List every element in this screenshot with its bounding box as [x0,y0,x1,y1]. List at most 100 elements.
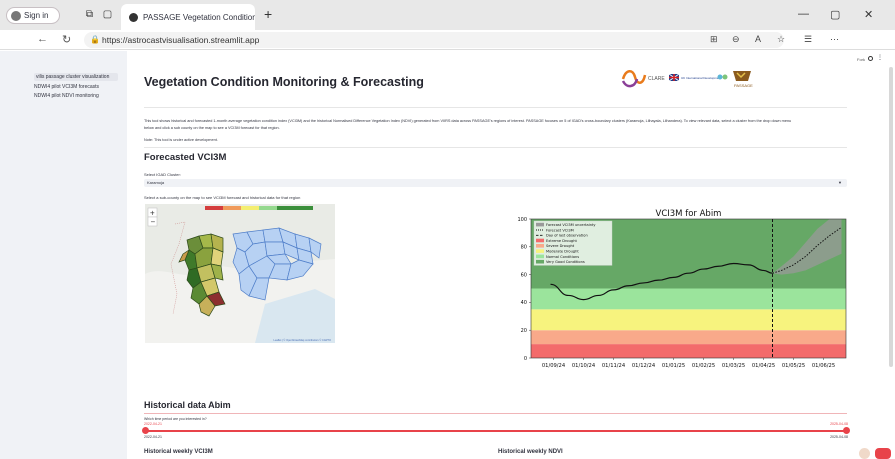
browser-window: Sign in ⧉ ▢ PASSAGE Vegetation Condition… [0,0,895,459]
legend-label-0: Forecast VCI3M uncertainty [546,223,596,227]
y-tick-label-0: 0 [524,356,527,362]
intro-text: below and click a sub county on the map … [144,126,280,130]
sidebar-item-label: vilis passage cluster visualization [36,74,110,80]
sign-in-button[interactable]: Sign in [6,7,60,24]
x-tick-label-8: 01/05/25 [782,363,805,369]
page-title: Vegetation Condition Monitoring & Foreca… [144,75,424,89]
sidebar-item-label: NDWI4 pilot VCI3M forecasts [34,84,100,90]
url-field[interactable]: 🔒 https://astrocastvisualisation.streamli… [84,32,784,48]
streamlit-badge-button[interactable] [875,448,891,459]
y-tick-label-5: 100 [517,217,527,223]
sidebar: vilis passage cluster visualization NDWI… [0,51,127,459]
legend-swatch-7 [536,259,544,264]
date-range-slider[interactable] [144,430,847,432]
legend-label-7: Very Good Conditions [546,260,585,264]
svg-text:CLARE: CLARE [648,76,665,82]
sidebar-item-ndvi-monitoring[interactable]: NDWI4 pilot NDVI monitoring [34,93,99,99]
sidebar-item-label: NDWI4 pilot NDVI monitoring [34,93,99,99]
new-tab-button[interactable]: + [264,7,272,21]
map-attribution: Leaflet | © OpenStreetMap contributors ©… [274,338,331,342]
maximize-icon[interactable]: ▢ [830,8,840,21]
app-icon[interactable]: ⊞ [710,34,718,45]
streamlit-status-icon[interactable] [859,448,870,459]
forecast-heading: Forecasted VCI3M [144,152,227,163]
divider [144,107,847,108]
partner-logos: CLARE UK International Development PASSA… [621,70,753,88]
sidebar-item-vci3m-forecasts[interactable]: NDWI4 pilot VCI3M forecasts [34,84,99,90]
historical-ndvi-title: Historical weekly NDVI [498,449,563,455]
workspaces-icon[interactable]: ⧉ [84,9,95,20]
intro-text: This tool shows historical and forecaste… [144,119,792,123]
divider [144,147,847,148]
browser-tab[interactable]: PASSAGE Vegetation Condition D✕ [121,4,255,30]
favorites-bar-icon[interactable]: ☰ [804,34,812,45]
y-tick-label-4: 80 [521,245,527,251]
band-1 [531,330,846,345]
read-aloud-icon[interactable]: A [755,34,761,44]
x-tick-label-3: 01/12/24 [632,363,656,369]
x-tick-label-9: 01/06/25 [812,363,835,369]
subcounty-map[interactable]: + − Leaflet | © OpenStreetMap contributo… [145,204,335,343]
chart-title: VCI3M for Abim [656,209,722,219]
slider-min: 2022-04-21 [144,435,162,439]
tab-actions-icon[interactable]: ▢ [102,9,113,20]
slider-end-handle[interactable] [843,427,850,434]
cluster-select-label: Select IGAD Cluster: [144,172,181,177]
chart-legend: Forecast VCI3M uncertaintyForecast VCI3M… [533,220,613,266]
menu-icon[interactable]: ⋮ [877,54,883,61]
close-window-icon[interactable]: ✕ [864,8,873,21]
map-legend-bar [205,206,313,210]
cluster-select-value: Karamoja [147,180,165,185]
divider [144,413,847,414]
chevron-down-icon: ▼ [838,180,842,185]
vci3m-forecast-chart: VCI3M for Abim 0 20 40 60 80 100 01/09/24 01/10/… [517,209,847,369]
tab-favicon-icon [129,12,138,22]
zoom-icon[interactable]: ⊖ [732,34,740,45]
minimize-icon[interactable]: — [798,8,809,20]
scrollbar[interactable] [889,67,893,367]
legend-label-3: Extreme Drought [546,239,577,243]
legend-swatch-3 [536,238,544,243]
profile-icon [11,10,21,21]
slider-from-value: 2022-04-21 [144,422,162,426]
main-content: Fork ⋮ Vegetation Condition Monitoring &… [127,51,895,459]
slider-max: 2025-04-08 [830,435,848,439]
x-tick-label-4: 01/01/25 [662,363,685,369]
y-tick-label-2: 40 [521,300,527,306]
x-tick-label-2: 01/11/24 [602,363,626,369]
x-tick-label-1: 01/10/24 [572,363,596,369]
legend-swatch-0 [536,222,544,227]
cluster-select[interactable]: Karamoja ▼ [144,179,847,187]
map-instruction: Select a sub-county on the map to see VC… [144,195,301,200]
favorite-icon[interactable]: ☆ [777,34,785,45]
slider-label: Which time period are you interested in? [144,417,207,421]
svg-text:PASSAGE: PASSAGE [734,83,753,88]
band-0 [531,344,846,358]
url-text: https://astrocastvisualisation.streamlit… [102,35,260,45]
legend-swatch-4 [536,244,544,248]
legend-label-4: Severe Drought [546,244,575,248]
y-tick-label-3: 60 [521,272,527,278]
note-text: Note: This tool is under active developm… [144,138,218,142]
back-icon[interactable]: ← [37,33,48,45]
legend-label-2: Day of last observation [546,234,588,238]
sidebar-item-cluster-visualization[interactable]: vilis passage cluster visualization [34,73,118,81]
sign-in-label: Sign in [24,11,49,20]
clare-logo: CLARE [621,70,665,88]
more-icon[interactable]: ⋯ [830,34,839,45]
historical-vci-title: Historical weekly VCI3M [144,449,213,455]
refresh-icon[interactable]: ↻ [62,33,71,46]
legend-swatch-5 [536,249,544,253]
zoom-controls[interactable]: + − [147,207,158,227]
legend-label-1: Forecast VCI3M [546,228,574,232]
legend-label-5: Moderate Drought [546,250,579,254]
passage-logo: PASSAGE [733,71,753,88]
x-tick-label-0: 01/09/24 [542,363,566,369]
x-tick-label-7: 01/04/25 [752,363,775,369]
slider-start-handle[interactable] [142,427,149,434]
tab-title: PASSAGE Vegetation Condition D [143,12,255,22]
fork-link[interactable]: Fork [857,57,865,62]
svg-text:UK International Development: UK International Development [681,76,721,80]
x-tick-label-5: 01/02/25 [692,363,715,369]
github-icon[interactable] [868,56,873,61]
